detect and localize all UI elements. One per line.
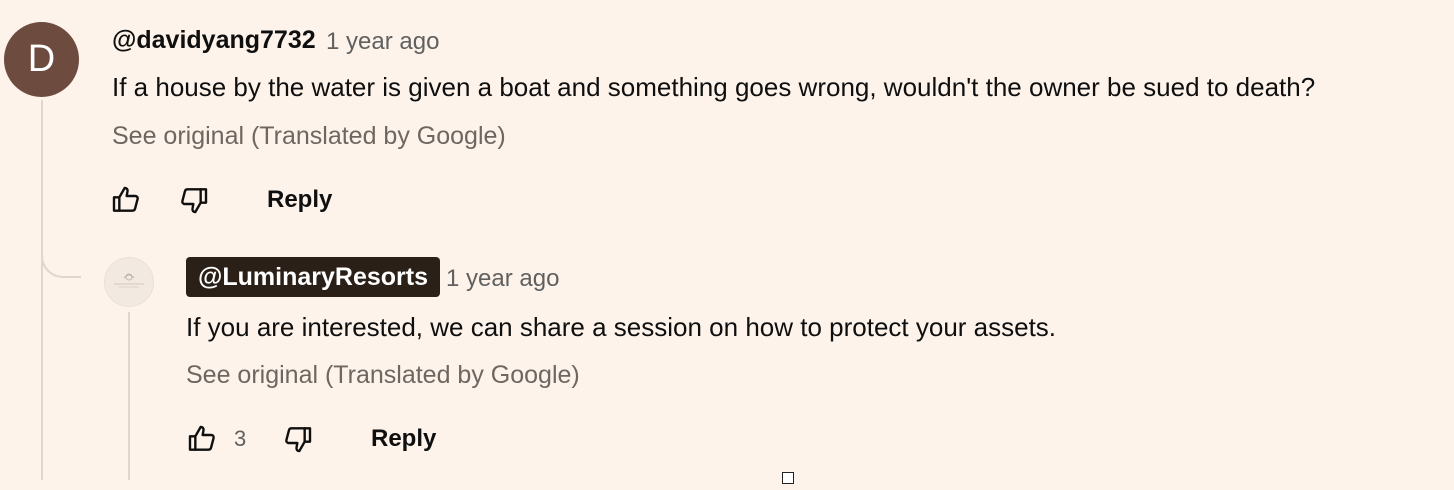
comment-author[interactable]: @davidyang7732 [112,26,316,55]
reply-like-button[interactable] [184,421,220,457]
reply-timestamp[interactable]: 1 year ago [446,265,559,293]
reply-avatar[interactable] [104,257,154,307]
reply-author: @LuminaryResorts [198,262,428,291]
avatar[interactable]: D [4,22,79,97]
mouse-cursor [782,472,794,484]
reply-see-original-link[interactable]: See original (Translated by Google) [186,361,580,390]
avatar-letter: D [27,38,56,80]
like-count: 3 [234,426,247,451]
reply-dislike-button[interactable] [280,421,316,457]
like-button[interactable] [108,182,144,218]
reply-text: If you are interested, we can share a se… [186,312,1057,342]
reply-reply-button[interactable]: Reply [371,425,436,453]
comment-timestamp[interactable]: 1 year ago [326,28,439,56]
thumb-up-icon [112,186,139,212]
reply-button[interactable]: Reply [267,186,332,214]
thumb-up-icon [188,425,215,451]
thumb-down-icon [181,188,208,214]
see-original-link[interactable]: See original (Translated by Google) [112,122,506,151]
thread-line [41,100,43,480]
dislike-button[interactable] [176,182,212,218]
reply-thread-line [128,312,130,480]
thumb-down-icon [285,427,312,453]
luminary-logo-icon [114,273,144,288]
thread-connector [41,236,81,278]
reply-author-badge[interactable]: @LuminaryResorts [186,257,440,297]
comment-text: If a house by the water is given a boat … [112,72,1316,102]
